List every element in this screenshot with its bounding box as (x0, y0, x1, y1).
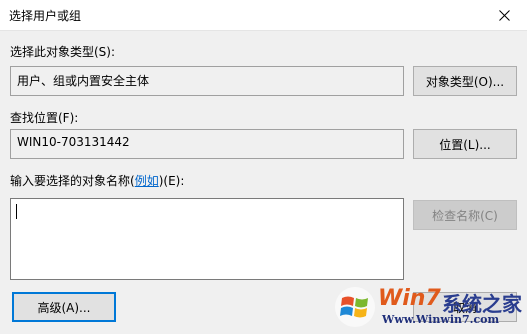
examples-link[interactable]: 例如 (135, 174, 159, 188)
window-title: 选择用户或组 (9, 9, 82, 23)
object-names-input[interactable] (10, 198, 404, 280)
names-label-prefix: 输入要选择的对象名称( (10, 174, 135, 188)
object-type-label: 选择此对象类型(S): (10, 45, 116, 59)
object-types-button[interactable]: 对象类型(O)... (413, 66, 517, 96)
windows-flag-icon (335, 287, 375, 327)
text-caret (16, 204, 17, 219)
names-label-suffix: )(E): (158, 174, 185, 188)
locations-button[interactable]: 位置(L)... (413, 129, 517, 159)
object-type-field: 用户、组或内置安全主体 (10, 66, 404, 96)
cancel-button[interactable]: 取消 (413, 292, 517, 322)
close-button[interactable] (481, 0, 527, 30)
close-icon (498, 9, 510, 21)
names-label: 输入要选择的对象名称(例如)(E): (10, 172, 184, 189)
location-field: WIN10-703131442 (10, 129, 404, 159)
title-bar: 选择用户或组 (0, 0, 527, 31)
advanced-button[interactable]: 高级(A)... (12, 292, 116, 322)
location-label: 查找位置(F): (10, 111, 79, 125)
check-names-button[interactable]: 检查名称(C) (413, 200, 517, 230)
